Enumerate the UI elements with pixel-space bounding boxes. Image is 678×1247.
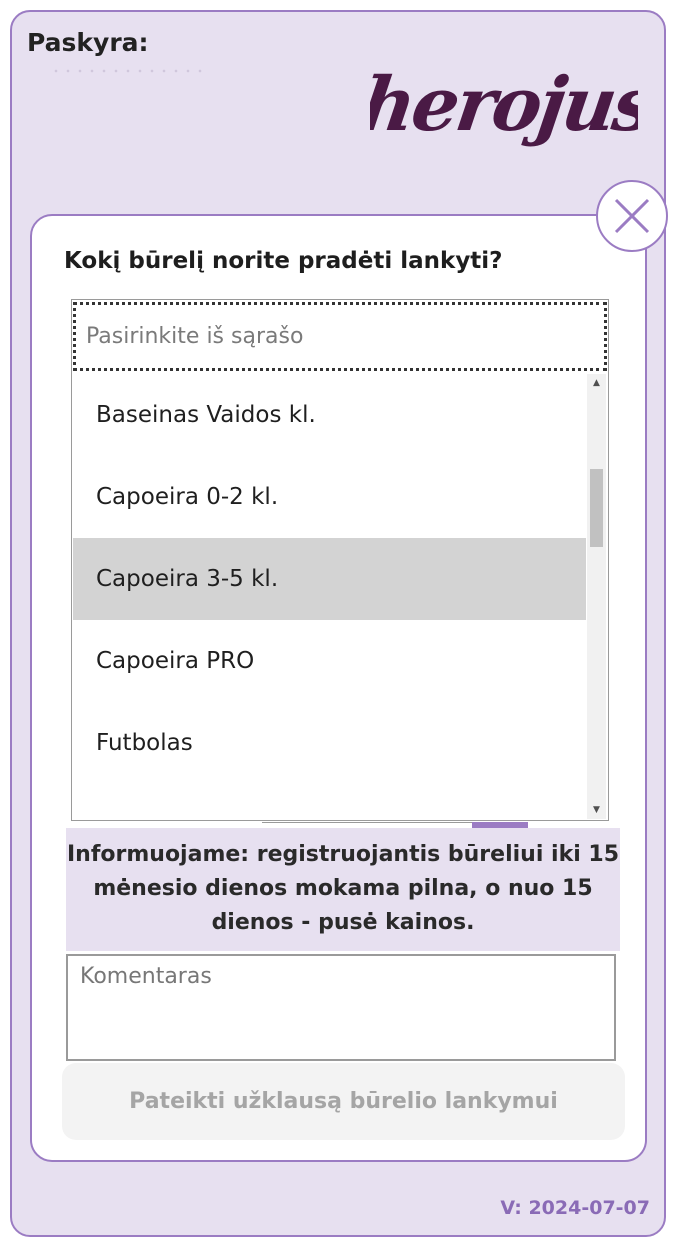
scroll-down-arrow-icon[interactable]: ▼ xyxy=(587,801,606,819)
options-scrollbar[interactable]: ▲ ▼ xyxy=(587,374,606,819)
club-option[interactable]: Baseinas Vaidos kl. xyxy=(73,374,586,456)
version-label: V: 2024-07-07 xyxy=(500,1197,650,1219)
account-label: Paskyra: xyxy=(27,28,149,57)
brand-logo-text: herojus+ xyxy=(370,60,638,148)
brand-logo: herojus+ xyxy=(370,60,638,148)
close-icon xyxy=(614,198,650,234)
club-option[interactable]: Capoeira PRO xyxy=(73,620,586,702)
close-button[interactable] xyxy=(596,180,668,252)
question-heading: Kokį būrelį norite pradėti lankyti? xyxy=(64,248,503,274)
scroll-up-arrow-icon[interactable]: ▲ xyxy=(587,374,606,392)
club-option[interactable]: Futbolas xyxy=(73,702,586,784)
comment-field[interactable] xyxy=(66,954,616,1061)
submit-request-button[interactable]: Pateikti užklausą būrelio lankymui xyxy=(62,1063,625,1140)
account-value-masked xyxy=(50,68,210,74)
club-options-list: Baseinas Vaidos kl. Capoeira 0-2 kl. Cap… xyxy=(73,374,586,819)
club-search-input[interactable] xyxy=(73,302,607,371)
payment-info-notice: Informuojame: registruojantis būreliui i… xyxy=(66,828,620,951)
club-option[interactable]: Capoeira 0-2 kl. xyxy=(73,456,586,538)
club-option-selected[interactable]: Capoeira 3-5 kl. xyxy=(73,538,586,620)
scrollbar-thumb[interactable] xyxy=(590,469,603,547)
